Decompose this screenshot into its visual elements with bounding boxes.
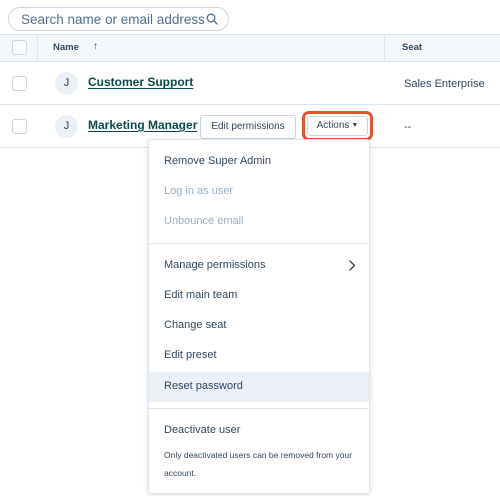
select-all-checkbox[interactable] bbox=[12, 40, 27, 55]
menu-item-reset-password[interactable]: Reset password bbox=[149, 372, 369, 402]
menu-item-edit-preset[interactable]: Edit preset bbox=[149, 341, 369, 371]
deactivate-note: Only deactivated users can be removed fr… bbox=[164, 450, 353, 478]
actions-dropdown-menu: Remove Super Admin Log in as user Unboun… bbox=[148, 139, 370, 494]
chevron-right-icon bbox=[349, 260, 356, 271]
caret-down-icon: ▼ bbox=[351, 122, 359, 129]
column-header-name[interactable]: Name bbox=[53, 42, 79, 53]
menu-item-log-in-as-user: Log in as user bbox=[164, 185, 234, 197]
row-checkbox[interactable] bbox=[12, 76, 27, 91]
user-name-link[interactable]: Customer Support bbox=[88, 75, 193, 89]
seat-value: -- bbox=[404, 121, 412, 133]
search-placeholder: Search name or email address bbox=[21, 11, 205, 27]
edit-permissions-button[interactable]: Edit permissions bbox=[200, 115, 296, 139]
menu-item-manage-permissions[interactable]: Manage permissions bbox=[149, 251, 369, 281]
table-row: J Customer Support Sales Enterprise bbox=[0, 62, 500, 105]
menu-item-deactivate-user[interactable]: Deactivate user bbox=[149, 416, 369, 446]
column-header-seat[interactable]: Seat bbox=[402, 42, 422, 53]
table-header: Name ↑ Seat bbox=[0, 34, 500, 62]
menu-item-unbounce-email: Unbounce email bbox=[164, 215, 244, 227]
search-icon[interactable] bbox=[206, 13, 218, 25]
menu-item-remove-super-admin[interactable]: Remove Super Admin bbox=[149, 147, 369, 177]
row-checkbox[interactable] bbox=[12, 119, 27, 134]
column-header-seat-cell: Seat bbox=[384, 35, 500, 61]
menu-divider bbox=[149, 408, 369, 409]
seat-value: Sales Enterprise bbox=[404, 78, 485, 90]
actions-button[interactable]: Actions ▼ bbox=[307, 116, 368, 136]
search-input[interactable]: Search name or email address bbox=[8, 7, 229, 31]
avatar: J bbox=[55, 72, 78, 95]
avatar: J bbox=[55, 115, 78, 138]
actions-button-label: Actions bbox=[316, 120, 350, 131]
menu-divider bbox=[149, 243, 369, 244]
menu-item-change-seat[interactable]: Change seat bbox=[149, 311, 369, 341]
user-name-link[interactable]: Marketing Manager bbox=[88, 118, 197, 132]
sort-ascending-icon[interactable]: ↑ bbox=[93, 41, 98, 52]
select-all-cell bbox=[0, 35, 38, 61]
actions-highlight-ring: Actions ▼ bbox=[302, 111, 373, 141]
menu-item-edit-main-team[interactable]: Edit main team bbox=[149, 281, 369, 311]
